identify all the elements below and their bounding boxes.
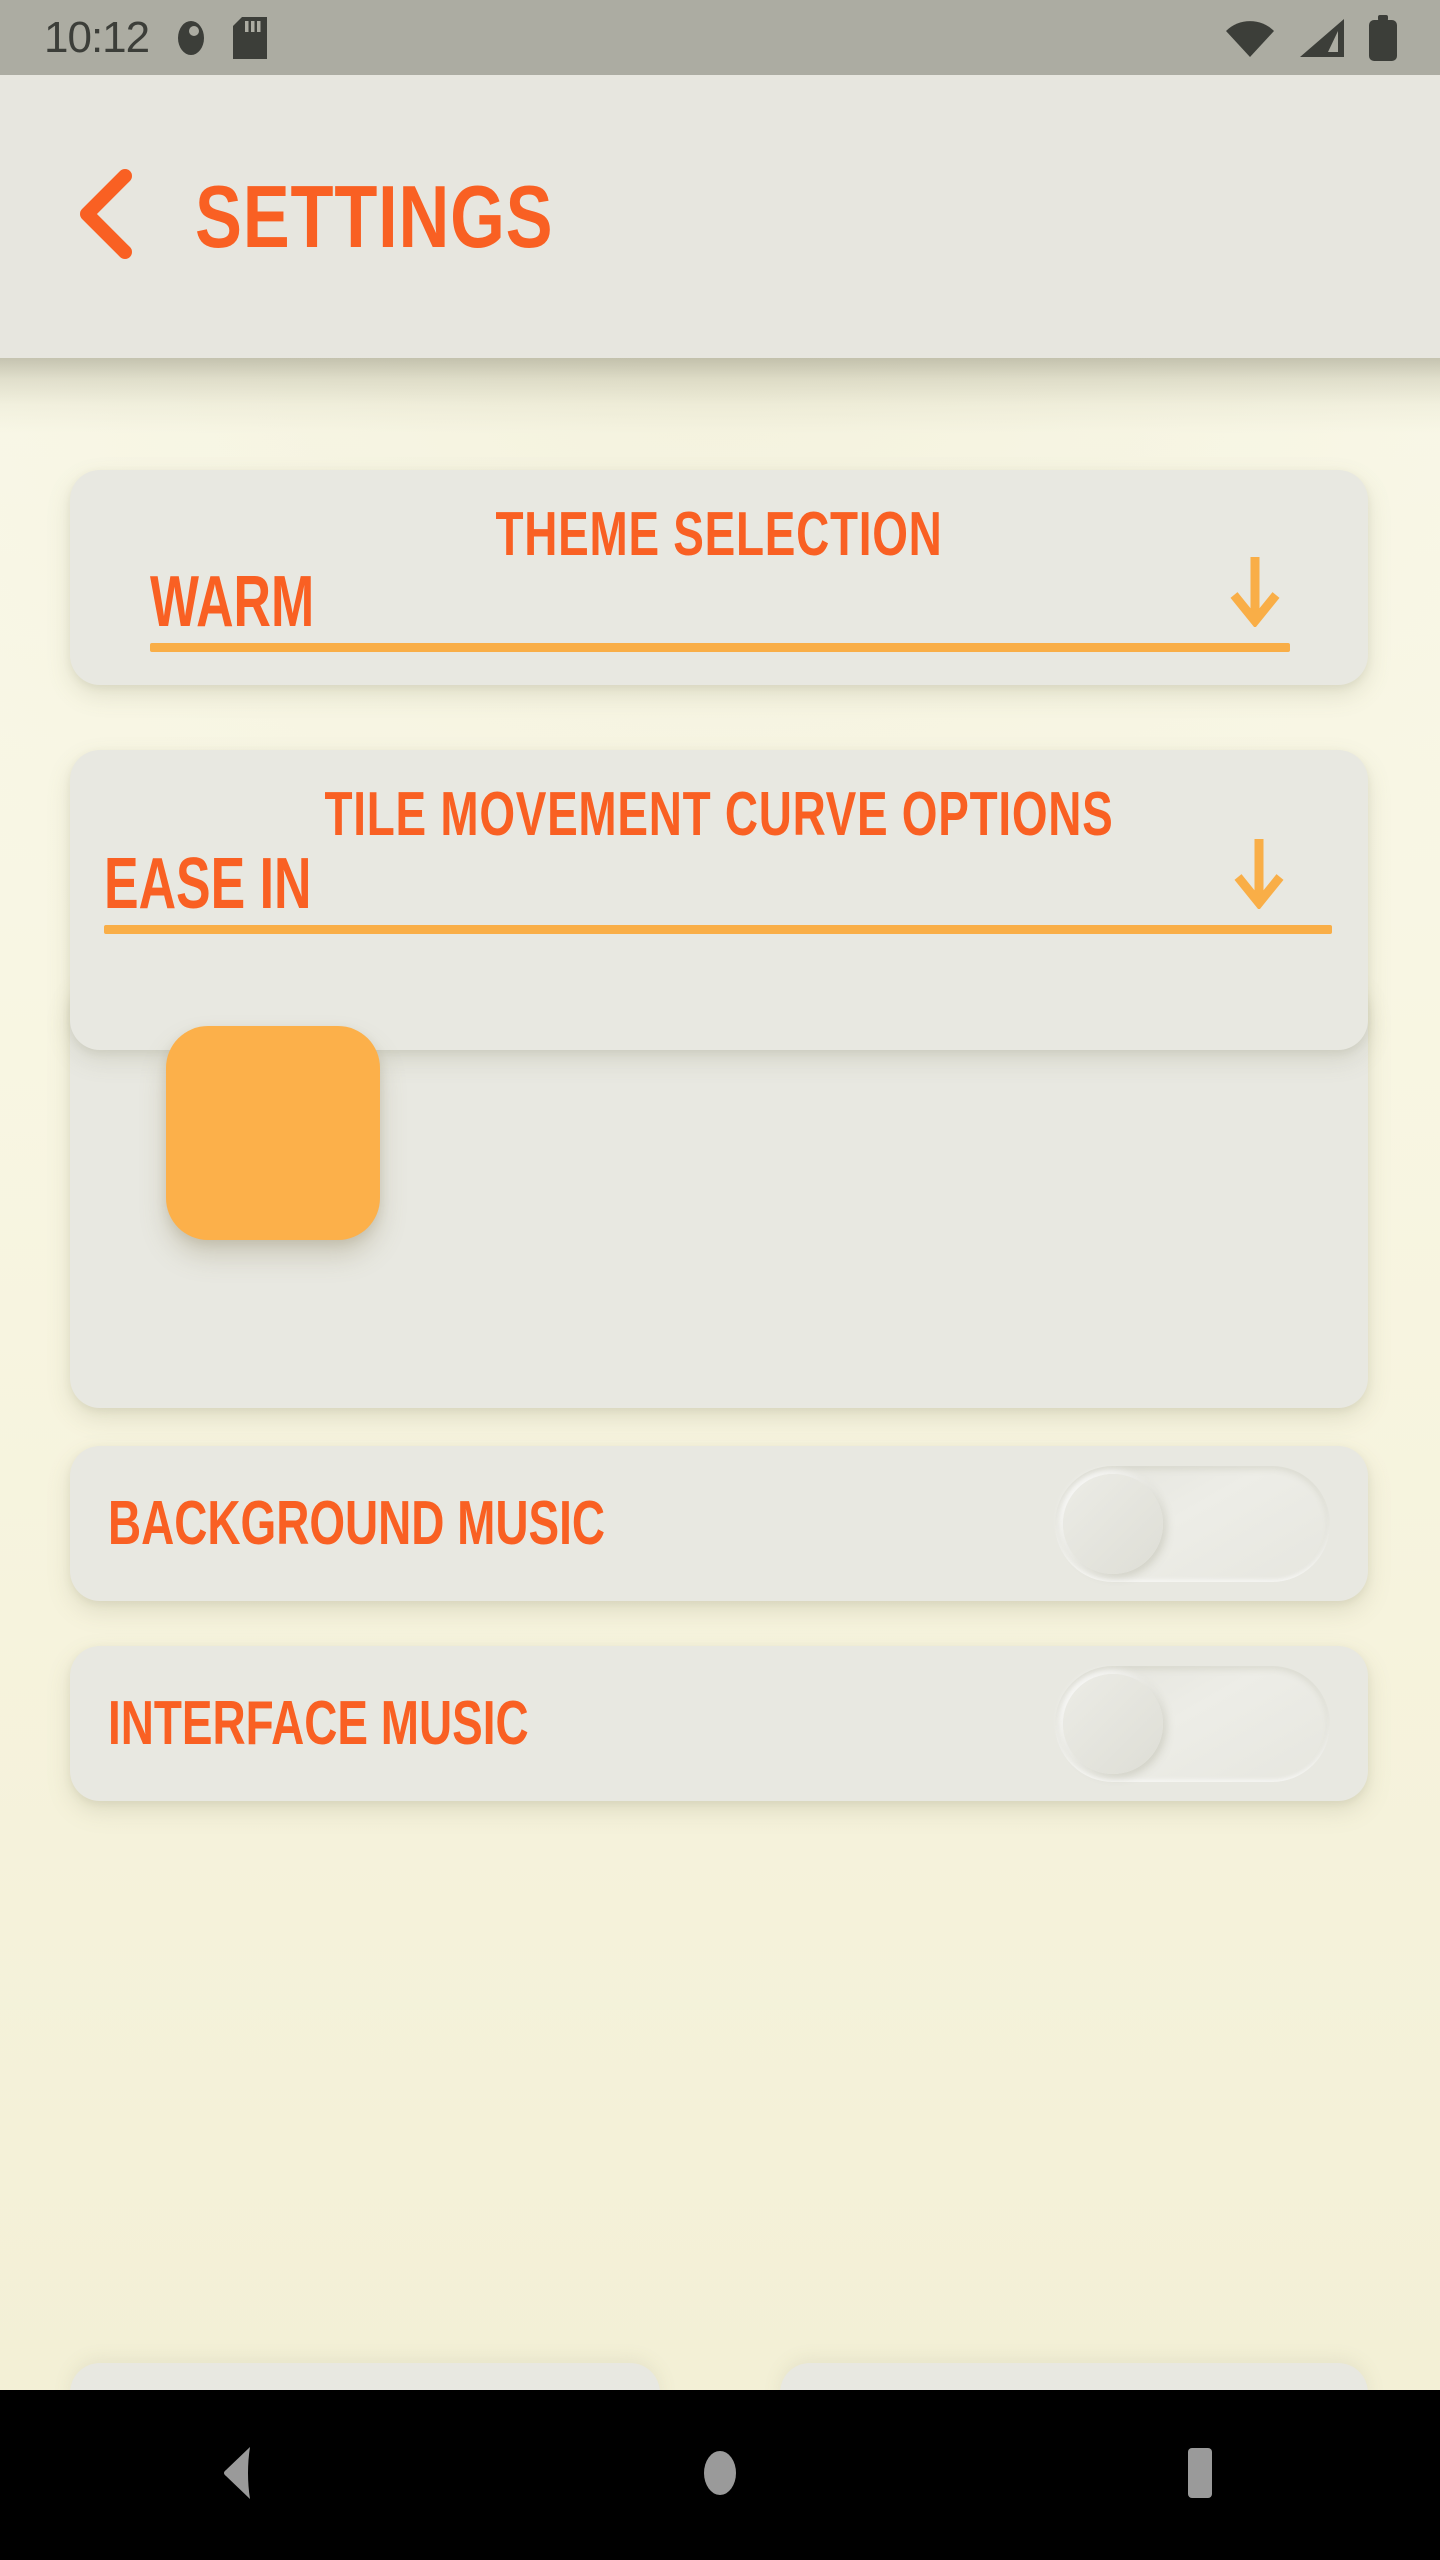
interface-music-toggle[interactable] bbox=[1055, 1665, 1330, 1782]
nav-recents-button[interactable] bbox=[1120, 2415, 1280, 2535]
background-music-toggle[interactable] bbox=[1055, 1465, 1330, 1582]
tile-movement-value: EASE IN bbox=[104, 844, 312, 924]
arrow-down-icon[interactable] bbox=[1226, 553, 1284, 632]
theme-selection-dropdown[interactable]: WARM bbox=[150, 557, 1290, 652]
status-bar: 10:12 bbox=[0, 0, 1440, 75]
cellular-signal-icon bbox=[1298, 17, 1346, 59]
settings-scroll-area[interactable]: THEME SELECTION WARM TILE MOVEMENT CURVE… bbox=[0, 358, 1440, 2390]
nav-home-button[interactable] bbox=[640, 2415, 800, 2535]
chevron-left-icon bbox=[67, 164, 143, 269]
status-clock: 10:12 bbox=[44, 12, 150, 62]
back-button[interactable] bbox=[45, 157, 165, 277]
tile-movement-dropdown[interactable]: EASE IN bbox=[104, 839, 1332, 934]
card-partial-left[interactable] bbox=[70, 2363, 660, 2390]
battery-icon bbox=[1368, 14, 1398, 61]
card-background-music[interactable]: BACKGROUND MUSIC bbox=[70, 1446, 1368, 1601]
android-navigation-bar bbox=[0, 2390, 1440, 2560]
tile-movement-underline bbox=[104, 925, 1332, 934]
do-not-disturb-icon bbox=[171, 18, 211, 58]
page-title: SETTINGS bbox=[195, 166, 554, 266]
card-partial-right[interactable] bbox=[780, 2363, 1368, 2390]
interface-music-label: INTERFACE MUSIC bbox=[108, 1688, 529, 1758]
wifi-icon bbox=[1224, 17, 1276, 59]
card-tile-movement: TILE MOVEMENT CURVE OPTIONS EASE IN bbox=[70, 750, 1368, 1050]
toggle-knob bbox=[1063, 1473, 1163, 1574]
home-circle-icon bbox=[698, 2445, 742, 2506]
tile-preview bbox=[166, 1026, 380, 1240]
app-header: SETTINGS bbox=[0, 75, 1440, 358]
arrow-down-icon[interactable] bbox=[1230, 835, 1288, 914]
toggle-knob bbox=[1063, 1673, 1163, 1774]
theme-selection-title: THEME SELECTION bbox=[495, 500, 943, 569]
theme-selection-value: WARM bbox=[150, 562, 315, 642]
card-interface-music[interactable]: INTERFACE MUSIC bbox=[70, 1646, 1368, 1801]
status-bar-right bbox=[1224, 14, 1440, 61]
tile-movement-title: TILE MOVEMENT CURVE OPTIONS bbox=[324, 780, 1114, 849]
nav-back-button[interactable] bbox=[160, 2415, 320, 2535]
sd-card-icon bbox=[233, 16, 268, 59]
background-music-label: BACKGROUND MUSIC bbox=[108, 1488, 606, 1558]
back-triangle-icon bbox=[212, 2443, 268, 2508]
recents-square-icon bbox=[1175, 2445, 1225, 2506]
theme-selection-underline bbox=[150, 643, 1290, 652]
status-bar-left: 10:12 bbox=[0, 12, 268, 62]
card-theme-selection: THEME SELECTION WARM bbox=[70, 470, 1368, 685]
